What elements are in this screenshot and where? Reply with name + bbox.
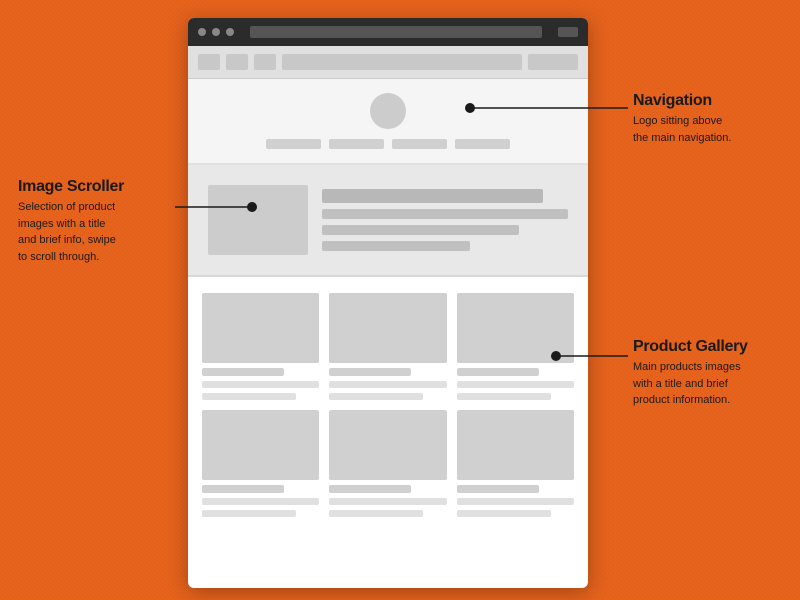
product-image-3 (457, 293, 574, 363)
toolbar-btn-3[interactable] (254, 54, 276, 70)
product-image-1 (202, 293, 319, 363)
product-card-1[interactable] (202, 293, 319, 400)
navigation-annotation: Navigation Logo sitting abovethe main na… (633, 92, 731, 146)
nav-item-2[interactable] (329, 139, 384, 149)
image-scroller-label-desc: Selection of productimages with a titlea… (18, 199, 124, 265)
chrome-dot-1 (198, 28, 206, 36)
browser-window (188, 18, 588, 588)
product-desc-2a (329, 381, 446, 388)
chrome-action-btn (558, 27, 578, 37)
nav-item-3[interactable] (392, 139, 447, 149)
product-image-2 (329, 293, 446, 363)
product-card-6[interactable] (457, 410, 574, 517)
hero-desc-line-3 (322, 241, 470, 251)
product-title-6 (457, 485, 539, 493)
product-card-5[interactable] (329, 410, 446, 517)
image-scroller-label-title: Image Scroller (18, 178, 124, 196)
product-image-5 (329, 410, 446, 480)
product-desc-3a (457, 381, 574, 388)
chrome-dot-3 (226, 28, 234, 36)
browser-content (188, 79, 588, 588)
product-title-2 (329, 368, 411, 376)
gallery-grid (202, 293, 574, 517)
nav-item-4[interactable] (455, 139, 510, 149)
chrome-dot-2 (212, 28, 220, 36)
product-gallery-label-desc: Main products imageswith a title and bri… (633, 359, 748, 409)
product-gallery (188, 277, 588, 533)
toolbar-btn-1[interactable] (198, 54, 220, 70)
product-image-4 (202, 410, 319, 480)
toolbar-btn-2[interactable] (226, 54, 248, 70)
product-desc-4a (202, 498, 319, 505)
product-gallery-label-title: Product Gallery (633, 338, 748, 356)
navigation-label-desc: Logo sitting abovethe main navigation. (633, 113, 731, 146)
product-desc-5b (329, 510, 423, 517)
product-title-4 (202, 485, 284, 493)
product-card-3[interactable] (457, 293, 574, 400)
toolbar-action-btn[interactable] (528, 54, 578, 70)
navigation-label-title: Navigation (633, 92, 731, 110)
product-title-5 (329, 485, 411, 493)
product-desc-1a (202, 381, 319, 388)
hero-desc-line-2 (322, 225, 519, 235)
browser-chrome (188, 18, 588, 46)
hero-desc-line-1 (322, 209, 568, 219)
toolbar-address-bar[interactable] (282, 54, 522, 70)
product-desc-6b (457, 510, 551, 517)
product-image-6 (457, 410, 574, 480)
product-desc-3b (457, 393, 551, 400)
image-scroller (188, 165, 588, 277)
product-gallery-annotation: Product Gallery Main products imageswith… (633, 338, 748, 409)
page-header (188, 79, 588, 165)
hero-image-placeholder (208, 185, 308, 255)
navigation-bar (266, 139, 510, 149)
image-scroller-annotation: Image Scroller Selection of productimage… (18, 178, 124, 265)
product-desc-5a (329, 498, 446, 505)
nav-item-1[interactable] (266, 139, 321, 149)
toolbar (188, 46, 588, 79)
chrome-address-bar (250, 26, 542, 38)
product-desc-6a (457, 498, 574, 505)
product-card-2[interactable] (329, 293, 446, 400)
product-card-4[interactable] (202, 410, 319, 517)
logo-placeholder (370, 93, 406, 129)
product-title-3 (457, 368, 539, 376)
product-title-1 (202, 368, 284, 376)
hero-text-block (322, 189, 568, 251)
product-desc-4b (202, 510, 296, 517)
product-desc-2b (329, 393, 423, 400)
hero-title-line (322, 189, 543, 203)
product-desc-1b (202, 393, 296, 400)
